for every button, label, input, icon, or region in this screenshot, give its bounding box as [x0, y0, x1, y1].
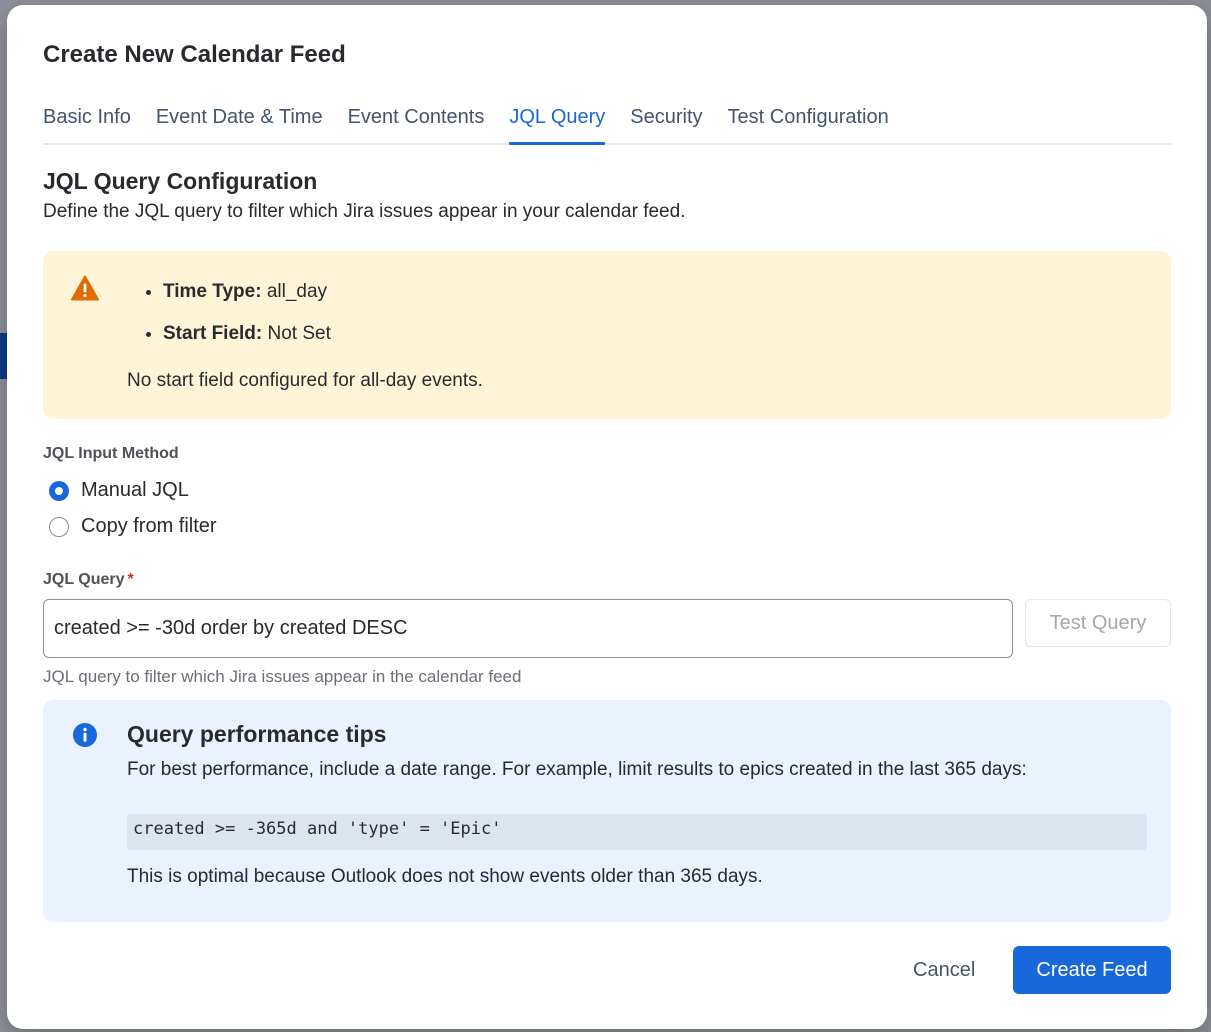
radio-label-manual-jql: Manual JQL — [81, 479, 189, 501]
radio-button-checked[interactable] — [49, 480, 69, 501]
jql-query-input[interactable] — [43, 599, 1013, 658]
warning-triangle-icon — [71, 275, 99, 301]
warning-item-time-type: Time Type: all_day — [163, 279, 331, 304]
tab-security[interactable]: Security — [630, 102, 702, 137]
create-feed-modal: Create New Calendar Feed Basic Info Even… — [7, 5, 1207, 1029]
cancel-button[interactable]: Cancel — [897, 946, 991, 994]
info-icon — [73, 723, 97, 747]
tab-jql-query[interactable]: JQL Query — [509, 102, 605, 145]
section-description: Define the JQL query to filter which Jir… — [43, 201, 686, 222]
radio-button-unchecked[interactable] — [49, 516, 69, 537]
tips-text: For best performance, include a date ran… — [127, 759, 1027, 780]
jql-query-label: JQL Query * — [43, 571, 134, 588]
tips-note: This is optimal because Outlook does not… — [127, 866, 763, 887]
tab-basic-info[interactable]: Basic Info — [43, 102, 131, 137]
test-query-button[interactable]: Test Query — [1025, 599, 1171, 647]
radio-label-copy-from-filter: Copy from filter — [81, 515, 217, 537]
section-title: JQL Query Configuration — [43, 168, 318, 194]
warning-note: No start field configured for all-day ev… — [127, 370, 483, 391]
tips-title: Query performance tips — [127, 721, 387, 747]
performance-tips-panel: Query performance tips For best performa… — [43, 700, 1171, 922]
modal-title: Create New Calendar Feed — [43, 41, 346, 68]
tab-test-configuration[interactable]: Test Configuration — [728, 102, 889, 137]
warning-list: Time Type: all_day Start Field: Not Set — [127, 279, 331, 363]
tab-event-date-time[interactable]: Event Date & Time — [156, 102, 323, 137]
required-mark: * — [127, 571, 134, 588]
radio-manual-jql[interactable]: Manual JQL — [49, 479, 189, 502]
input-method-label: JQL Input Method — [43, 445, 179, 462]
tab-bar: Basic Info Event Date & Time Event Conte… — [43, 102, 1171, 145]
create-feed-button[interactable]: Create Feed — [1013, 946, 1171, 994]
radio-copy-from-filter[interactable]: Copy from filter — [49, 515, 217, 538]
tips-code-example: created >= -365d and 'type' = 'Epic' — [127, 814, 1147, 850]
tab-event-contents[interactable]: Event Contents — [348, 102, 485, 137]
jql-helper-text: JQL query to filter which Jira issues ap… — [43, 667, 522, 686]
warning-banner: Time Type: all_day Start Field: Not Set … — [43, 251, 1171, 419]
warning-item-start-field: Start Field: Not Set — [163, 321, 331, 346]
